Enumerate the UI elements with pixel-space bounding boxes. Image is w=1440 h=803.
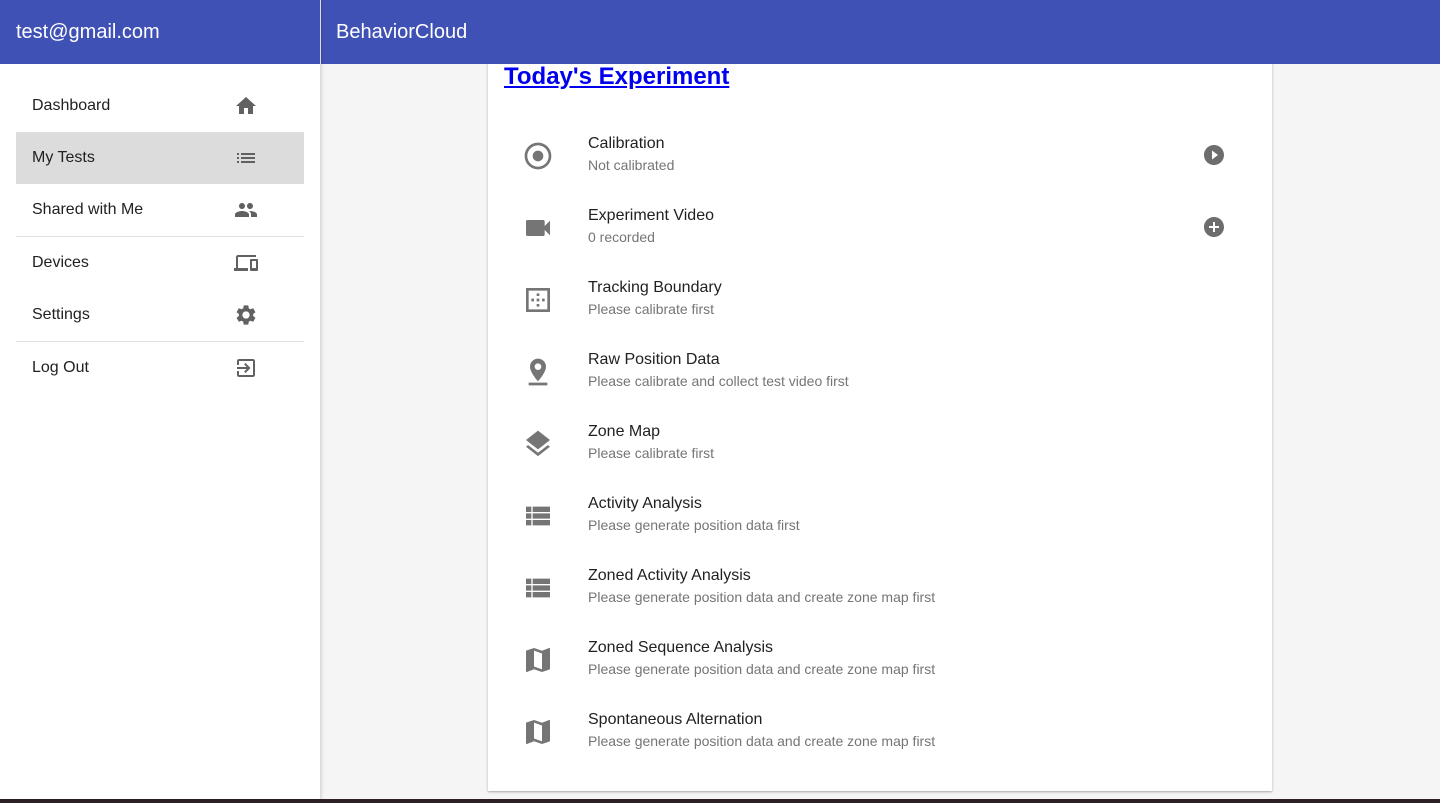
- list-item-activity-analysis[interactable]: Activity Analysis Please generate positi…: [488, 480, 1272, 552]
- list-item-title: Tracking Boundary: [588, 279, 722, 296]
- sidebar-item-label: Settings: [32, 306, 90, 323]
- layers-icon: [522, 428, 554, 460]
- list-item-text: Activity Analysis Please generate positi…: [588, 494, 800, 535]
- list-item-text: Zoned Sequence Analysis Please generate …: [588, 638, 935, 679]
- list-item-text: Raw Position Data Please calibrate and c…: [588, 350, 849, 391]
- table-list-icon: [522, 500, 554, 532]
- add-icon[interactable]: [1202, 215, 1226, 239]
- list-item-status: Please calibrate and collect test video …: [588, 373, 849, 389]
- list-item-status: Please calibrate first: [588, 445, 715, 461]
- sidebar-item-label: Devices: [32, 254, 89, 271]
- list-item-text: Calibration Not calibrated: [588, 134, 674, 175]
- list-item-spontaneous-alternation[interactable]: Spontaneous Alternation Please generate …: [488, 696, 1272, 768]
- list-item-title: Activity Analysis: [588, 495, 702, 512]
- sidebar-item-settings[interactable]: Settings: [16, 289, 304, 341]
- list-item-raw-position-data[interactable]: Raw Position Data Please calibrate and c…: [488, 336, 1272, 408]
- people-icon: [234, 198, 258, 222]
- map-icon: [522, 716, 554, 748]
- experiment-card: Today's Experiment Calibration Not calib…: [488, 40, 1272, 791]
- sidebar-item-log-out[interactable]: Log Out: [16, 342, 304, 394]
- list-item-title: Zoned Sequence Analysis: [588, 639, 774, 656]
- list-item-status: Please generate position data and create…: [588, 661, 936, 677]
- table-list-icon: [522, 572, 554, 604]
- devices-icon: [234, 251, 258, 275]
- home-icon: [234, 94, 258, 118]
- sidebar-item-my-tests[interactable]: My Tests: [16, 132, 304, 184]
- list-item-title: Spontaneous Alternation: [588, 711, 763, 728]
- list-item-status: Please generate position data and create…: [588, 733, 936, 749]
- play-icon[interactable]: [1202, 143, 1226, 167]
- gear-icon: [234, 303, 258, 327]
- map-icon: [522, 644, 554, 676]
- list-item-text: Zone Map Please calibrate first: [588, 422, 714, 463]
- list-item-text: Experiment Video 0 recorded: [588, 206, 714, 247]
- list-item-status: 0 recorded: [588, 229, 655, 245]
- list-item-title: Zoned Activity Analysis: [588, 567, 751, 584]
- account-email: test@gmail.com: [16, 20, 160, 43]
- sidebar-item-label: Dashboard: [32, 97, 111, 114]
- list-item-text: Spontaneous Alternation Please generate …: [588, 710, 935, 751]
- list-item-experiment-video[interactable]: Experiment Video 0 recorded: [488, 192, 1272, 264]
- list-item-zoned-sequence-analysis[interactable]: Zoned Sequence Analysis Please generate …: [488, 624, 1272, 696]
- sidebar-item-devices[interactable]: Devices: [16, 237, 304, 289]
- list-item-title: Experiment Video: [588, 207, 714, 224]
- list-item-zone-map[interactable]: Zone Map Please calibrate first: [488, 408, 1272, 480]
- card-title-link[interactable]: Today's Experiment: [504, 63, 729, 91]
- experiment-steps-list: Calibration Not calibrated Experiment Vi…: [488, 120, 1272, 768]
- sidebar-item-label: My Tests: [32, 149, 95, 166]
- list-item-status: Please calibrate first: [588, 301, 715, 317]
- exit-icon: [234, 356, 258, 380]
- account-header: test@gmail.com: [0, 0, 320, 64]
- location-pin-icon: [522, 356, 554, 388]
- list-icon: [234, 146, 258, 170]
- sidebar-item-shared-with-me[interactable]: Shared with Me: [16, 184, 304, 236]
- list-item-status: Please generate position data and create…: [588, 589, 936, 605]
- sidebar: test@gmail.com Dashboard My Tests Shared…: [0, 0, 321, 799]
- list-item-title: Calibration: [588, 135, 665, 152]
- app-root: test@gmail.com Dashboard My Tests Shared…: [0, 0, 1440, 799]
- list-item-zoned-activity-analysis[interactable]: Zoned Activity Analysis Please generate …: [488, 552, 1272, 624]
- list-item-tracking-boundary[interactable]: Tracking Boundary Please calibrate first: [488, 264, 1272, 336]
- list-item-calibration[interactable]: Calibration Not calibrated: [488, 120, 1272, 192]
- list-item-status: Please generate position data first: [588, 517, 800, 533]
- sidebar-item-label: Log Out: [32, 359, 89, 376]
- list-item-status: Not calibrated: [588, 157, 675, 173]
- boundary-icon: [522, 284, 554, 316]
- video-camera-icon: [522, 212, 554, 244]
- app-bar: BehaviorCloud: [321, 0, 1440, 64]
- app-title: BehaviorCloud: [336, 20, 468, 43]
- list-item-text: Zoned Activity Analysis Please generate …: [588, 566, 935, 607]
- list-item-title: Zone Map: [588, 423, 661, 440]
- list-item-title: Raw Position Data: [588, 351, 720, 368]
- sidebar-item-dashboard[interactable]: Dashboard: [16, 80, 304, 132]
- list-item-text: Tracking Boundary Please calibrate first: [588, 278, 722, 319]
- sidebar-nav: Dashboard My Tests Shared with Me Device: [0, 64, 320, 394]
- target-icon: [522, 140, 554, 172]
- sidebar-item-label: Shared with Me: [32, 201, 144, 218]
